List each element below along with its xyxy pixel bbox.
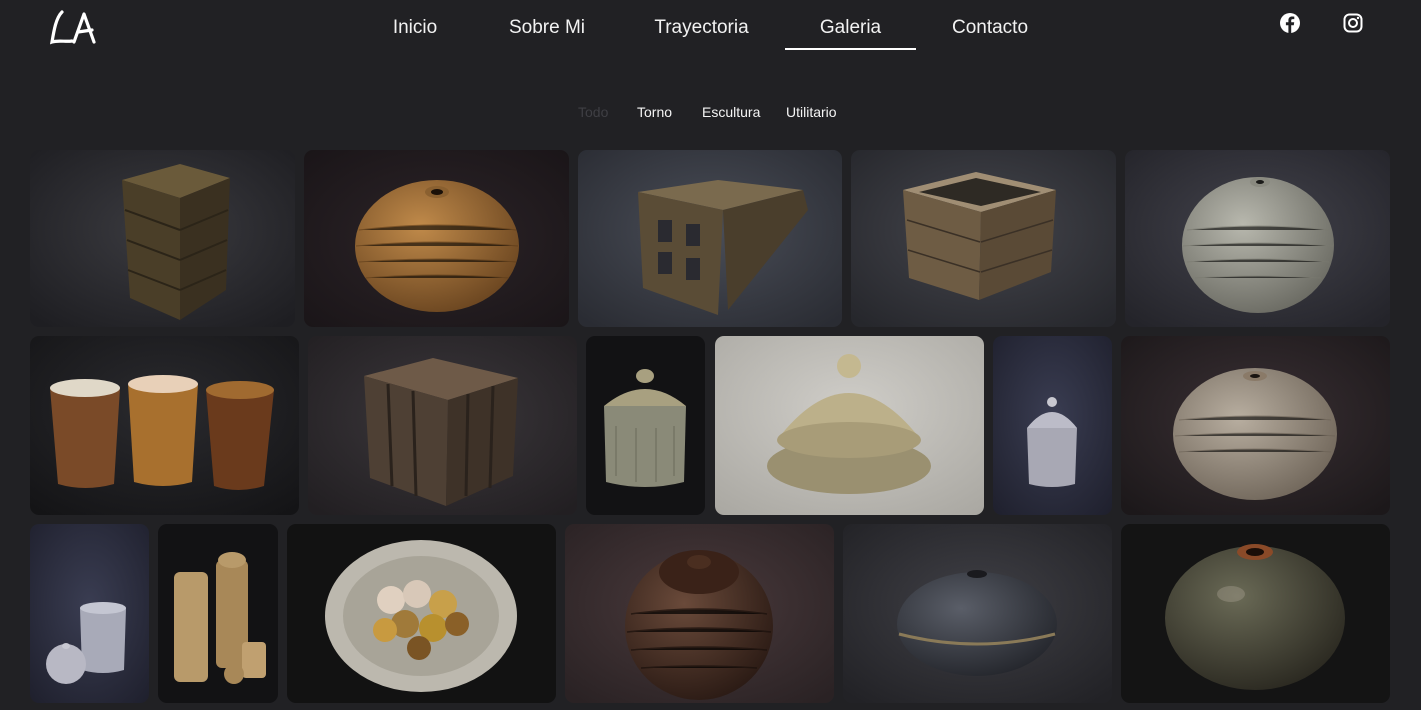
instagram-icon[interactable] [1342,12,1364,34]
gallery-image-crate-wide[interactable] [851,150,1116,327]
gallery-image-covered-dish[interactable] [715,336,984,515]
gallery-image-crate-tall[interactable] [30,150,295,327]
gallery-filter-bar: Todo Torno Escultura Utilitario [0,103,1421,123]
nav-item-inicio[interactable]: Inicio [385,14,445,50]
nav-item-galeria[interactable]: Galeria [785,14,916,50]
gallery-image-three-cups[interactable] [30,336,299,515]
filter-torno[interactable]: Torno [637,103,672,121]
gallery-image-textured-sphere[interactable] [565,524,834,703]
nav-item-contacto[interactable]: Contacto [947,14,1033,50]
gallery-image-cylinder-jar[interactable] [30,524,149,703]
filter-escultura[interactable]: Escultura [702,103,760,121]
gallery-image-crate-slatted[interactable] [308,336,577,515]
gallery-image-jar-set[interactable] [158,524,278,703]
facebook-icon[interactable] [1279,12,1301,34]
filter-utilitario[interactable]: Utilitario [786,103,837,121]
gallery-image-small-lidded-jar[interactable] [993,336,1112,515]
gallery-image-flat-vase-dark[interactable] [843,524,1112,703]
main-navigation: Inicio Sobre Mi Trayectoria Galeria Cont… [0,0,1421,60]
gallery-image-round-vase-glossy[interactable] [1121,524,1390,703]
gallery-image-open-crate[interactable] [578,150,842,327]
gallery-image-round-vase-grey[interactable] [1125,150,1390,327]
nav-item-trayectoria[interactable]: Trayectoria [650,14,753,50]
filter-todo[interactable]: Todo [578,103,608,121]
gallery-image-bowl-with-flowers[interactable] [287,524,556,703]
gallery-image-round-vase-brown[interactable] [304,150,569,327]
gallery-image-lidded-jar[interactable] [586,336,705,515]
nav-item-sobre-mi[interactable]: Sobre Mi [506,14,588,50]
gallery-image-round-vase-light[interactable] [1121,336,1390,515]
